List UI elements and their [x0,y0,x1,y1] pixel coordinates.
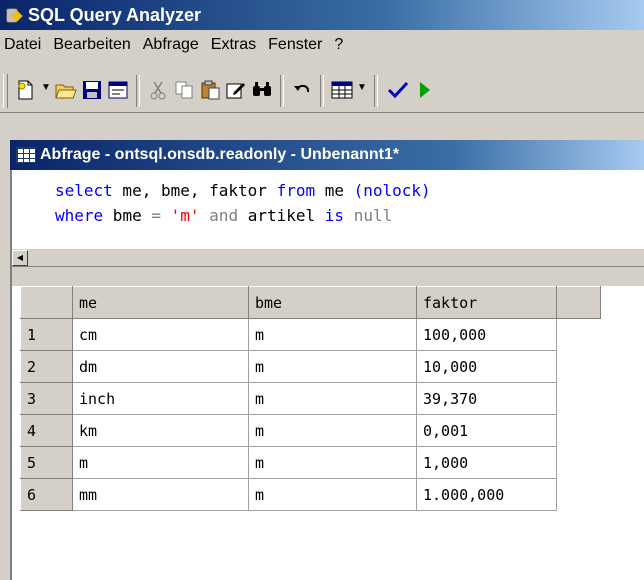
toolbar-grip[interactable] [3,74,8,108]
menu-fenster[interactable]: Fenster [262,36,328,54]
open-icon[interactable] [54,78,78,102]
undo-icon[interactable] [290,78,314,102]
cell-me[interactable]: mm [72,478,249,511]
menu-abfrage[interactable]: Abfrage [137,36,205,54]
pane-splitter[interactable] [12,266,644,287]
table-row[interactable]: 6 mm m 1.000,000 [20,478,601,511]
cell-bme[interactable]: m [248,478,417,511]
column-header-me[interactable]: me [72,286,249,319]
table-row[interactable]: 1 cm m 100,000 [20,318,601,351]
app-title-bar[interactable]: SQL Query Analyzer [0,0,644,30]
sql-server-icon [4,6,23,24]
code-line-1: select me, bme, faktor from me (nolock) [55,181,431,200]
cell-me[interactable]: inch [72,382,249,415]
paste-icon[interactable] [198,78,222,102]
cell-faktor[interactable]: 39,370 [416,382,557,415]
edit-icon[interactable] [224,78,248,102]
cell-me[interactable]: cm [72,318,249,351]
find-icon[interactable] [250,78,274,102]
copy-icon[interactable] [172,78,196,102]
row-number[interactable]: 3 [20,382,73,415]
menu-bar: Datei Bearbeiten Abfrage Extras Fenster … [0,30,644,60]
column-header-bme[interactable]: bme [248,286,417,319]
query-window-title-bar[interactable]: Abfrage - ontsql.onsdb.readonly - Unbena… [10,140,644,170]
parse-icon[interactable] [386,78,410,102]
menu-datei[interactable]: Datei [0,36,47,54]
cell-faktor[interactable]: 0,001 [416,414,557,447]
row-number[interactable]: 1 [20,318,73,351]
query-window-icon [16,147,36,163]
editor-horizontal-scrollbar[interactable]: ◀ [12,248,644,267]
cut-icon[interactable] [146,78,170,102]
toolbar-separator [136,75,140,107]
code-line-2: where bme = 'm' and artikel is null [55,206,393,225]
new-query-dropdown-icon[interactable]: ▼ [41,82,51,93]
query-window-title: Abfrage - ontsql.onsdb.readonly - Unbena… [40,146,400,163]
table-row[interactable]: 2 dm m 10,000 [20,350,601,383]
toolbar-separator [374,75,378,107]
cell-me[interactable]: dm [72,350,249,383]
menu-help[interactable]: ? [328,36,349,54]
row-number[interactable]: 5 [20,446,73,479]
cell-faktor[interactable]: 1,000 [416,446,557,479]
row-selector-corner[interactable] [20,286,73,319]
app-title: SQL Query Analyzer [28,4,202,25]
row-number[interactable]: 4 [20,414,73,447]
results-grid-icon[interactable] [330,78,354,102]
scroll-left-icon[interactable]: ◀ [12,250,28,266]
menu-bearbeiten[interactable]: Bearbeiten [47,36,136,54]
load-script-icon[interactable] [106,78,130,102]
results-pane: me bme faktor 1 cm m 100,000 2 dm m 10,0… [12,286,644,580]
query-editor[interactable]: select me, bme, faktor from me (nolock) … [12,170,644,248]
toolbar-separator [320,75,324,107]
cell-faktor[interactable]: 10,000 [416,350,557,383]
cell-faktor[interactable]: 1.000,000 [416,478,557,511]
new-query-icon[interactable] [14,78,38,102]
column-header-empty [556,286,601,319]
cell-me[interactable]: m [72,446,249,479]
save-icon[interactable] [80,78,104,102]
row-number[interactable]: 2 [20,350,73,383]
execute-icon[interactable] [418,78,432,102]
cell-bme[interactable]: m [248,318,417,351]
column-header-faktor[interactable]: faktor [416,286,557,319]
cell-me[interactable]: km [72,414,249,447]
results-grid: me bme faktor 1 cm m 100,000 2 dm m 10,0… [20,286,601,511]
table-row[interactable]: 5 m m 1,000 [20,446,601,479]
cell-bme[interactable]: m [248,446,417,479]
row-number[interactable]: 6 [20,478,73,511]
table-row[interactable]: 4 km m 0,001 [20,414,601,447]
toolbar-separator [280,75,284,107]
query-window: select me, bme, faktor from me (nolock) … [10,170,644,580]
cell-bme[interactable]: m [248,350,417,383]
toolbar: ▼ ▼ [0,60,644,113]
cell-bme[interactable]: m [248,382,417,415]
cell-bme[interactable]: m [248,414,417,447]
results-header-row: me bme faktor [20,286,601,319]
results-dropdown-icon[interactable]: ▼ [357,82,367,93]
cell-faktor[interactable]: 100,000 [416,318,557,351]
menu-extras[interactable]: Extras [205,36,262,54]
table-row[interactable]: 3 inch m 39,370 [20,382,601,415]
